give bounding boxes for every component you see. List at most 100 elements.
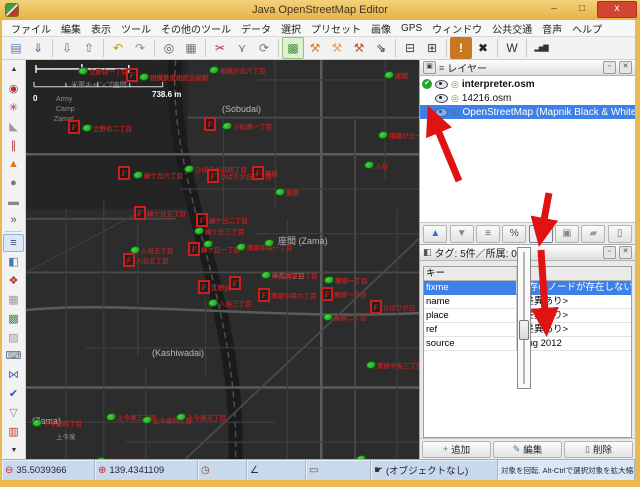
menu-tools[interactable]: ツール bbox=[116, 21, 156, 36]
gpx-convert-icon[interactable]: ● bbox=[3, 174, 24, 192]
map-marker[interactable]: 上今泉二丁目 bbox=[134, 458, 184, 459]
map-marker[interactable]: 立野台一丁目 bbox=[78, 66, 128, 76]
key-column-header[interactable]: キー bbox=[424, 267, 517, 280]
map-marker[interactable]: 栗原一丁目 bbox=[324, 275, 368, 285]
map-marker[interactable]: 栗原二丁目 bbox=[323, 312, 367, 322]
break-way-tool-icon[interactable]: ⚒ bbox=[348, 37, 370, 59]
combine-way-icon[interactable]: ⋎ bbox=[231, 37, 253, 59]
map-marker[interactable]: 下今泉四丁目 bbox=[32, 418, 82, 428]
scroll-up-icon[interactable]: ▲ bbox=[3, 61, 24, 79]
node-marker-icon[interactable] bbox=[378, 131, 388, 139]
measurement-chart-icon[interactable]: ▂▅▇ bbox=[530, 37, 552, 59]
merge-node-tool-icon[interactable]: ⚒ bbox=[326, 37, 348, 59]
eraser-icon[interactable]: ▬ bbox=[3, 193, 24, 211]
layer-visibility-eye-icon[interactable] bbox=[435, 80, 448, 89]
map-marker[interactable]: 緑ケ丘三丁目 bbox=[194, 226, 244, 236]
fixme-marker-icon[interactable]: F bbox=[370, 300, 382, 314]
map-marker[interactable]: Fひばりが丘 bbox=[370, 300, 416, 314]
command-line-icon[interactable]: ⌨ bbox=[3, 347, 24, 365]
node-marker-icon[interactable] bbox=[366, 361, 376, 369]
layer-opacity-button[interactable]: % bbox=[502, 225, 526, 243]
node-marker-icon[interactable] bbox=[194, 227, 204, 235]
map-marker[interactable]: 緑ケ丘六丁目 bbox=[133, 170, 183, 180]
map-marker[interactable]: F緑ケ丘五丁目 bbox=[134, 206, 186, 220]
fixme-marker-icon[interactable]: F bbox=[252, 166, 264, 180]
map-marker[interactable]: 相模が丘一丁目 bbox=[378, 130, 419, 140]
undo-icon[interactable]: ↶ bbox=[107, 37, 129, 59]
map-marker[interactable]: F bbox=[118, 166, 130, 180]
node-marker-icon[interactable] bbox=[208, 299, 218, 307]
fixme-marker-icon[interactable]: F bbox=[229, 276, 241, 290]
edit-tag-button[interactable]: ✎編集 bbox=[493, 441, 562, 458]
node-marker-icon[interactable] bbox=[142, 416, 152, 424]
menu-imagery[interactable]: 画像 bbox=[366, 21, 396, 36]
node-marker-icon[interactable] bbox=[209, 66, 219, 74]
fixme-marker-icon[interactable]: F bbox=[204, 117, 216, 131]
split-way-icon[interactable]: ✂ bbox=[209, 37, 231, 59]
node-marker-icon[interactable] bbox=[323, 313, 333, 321]
minimize-button[interactable]: – bbox=[541, 2, 567, 17]
public-transport-tool-icon[interactable]: ▥ bbox=[3, 422, 24, 440]
car-navigation-icon[interactable]: ⊟ bbox=[399, 37, 421, 59]
map-canvas[interactable]: 米軍キャンプ座間ArmyCampZama!738.6 m0(Sobudai)座間… bbox=[26, 60, 419, 459]
map-marker[interactable]: F江野台 bbox=[198, 280, 231, 294]
menu-help[interactable]: ヘルプ bbox=[567, 21, 607, 36]
dim-layer-button[interactable]: ▰ bbox=[581, 225, 605, 243]
map-marker[interactable]: 栗原中央六丁目 bbox=[261, 270, 318, 280]
angle-snapping-icon[interactable]: ◣ bbox=[3, 117, 24, 135]
layers-collapse-button[interactable]: ▣ bbox=[423, 61, 436, 74]
menu-file[interactable]: ファイル bbox=[6, 21, 56, 36]
duplicate-layer-button[interactable]: ▣ bbox=[555, 225, 579, 243]
node-marker-icon[interactable] bbox=[203, 240, 213, 248]
map-marker[interactable]: F緑ケ丘二丁目 bbox=[196, 213, 248, 227]
map-marker[interactable]: F入谷五丁目 bbox=[123, 253, 169, 267]
map-marker[interactable] bbox=[356, 455, 366, 459]
flame-tool-icon[interactable]: ▲ bbox=[3, 155, 24, 173]
wiki-help-icon[interactable]: W bbox=[501, 37, 523, 59]
fixme-marker-icon[interactable]: F bbox=[198, 280, 210, 294]
node-marker-icon[interactable] bbox=[222, 122, 232, 130]
layer-visibility-eye-icon[interactable] bbox=[435, 94, 448, 103]
layers-toggle-icon[interactable]: ≡ bbox=[3, 234, 24, 252]
fixme-marker-icon[interactable]: F bbox=[123, 253, 135, 267]
preferences-icon[interactable]: ▦ bbox=[180, 37, 202, 59]
layer-paint-button[interactable]: ▮ bbox=[529, 225, 553, 243]
fixme-marker-icon[interactable]: F bbox=[321, 287, 333, 301]
imagery-gray-icon[interactable]: ▨ bbox=[3, 328, 24, 346]
clear-selection-icon[interactable]: ✖ bbox=[472, 37, 494, 59]
split-node-tool-icon[interactable]: ⚒ bbox=[304, 37, 326, 59]
menu-edit[interactable]: 編集 bbox=[56, 21, 86, 36]
move-layer-up-button[interactable]: ▲ bbox=[423, 225, 447, 243]
upload-data-icon[interactable]: ⇧ bbox=[78, 37, 100, 59]
fixme-marker-icon[interactable]: F bbox=[258, 288, 270, 302]
map-marker[interactable]: F bbox=[126, 68, 138, 82]
map-marker[interactable]: F bbox=[229, 276, 241, 290]
map-marker[interactable]: 座間 bbox=[384, 70, 408, 80]
map-marker[interactable]: 小松原一丁目 bbox=[222, 121, 272, 131]
improve-way-accuracy-icon[interactable]: ◉ bbox=[3, 80, 24, 98]
menu-windows[interactable]: ウィンドウ bbox=[427, 21, 487, 36]
map-marker[interactable]: F bbox=[204, 117, 216, 131]
map-paint-style-icon[interactable]: ▩ bbox=[282, 37, 304, 59]
menu-view[interactable]: 表示 bbox=[86, 21, 116, 36]
menu-audio[interactable]: 音声 bbox=[537, 21, 567, 36]
save-icon[interactable]: ⇓ bbox=[27, 37, 49, 59]
node-marker-icon[interactable] bbox=[324, 276, 334, 284]
node-marker-icon[interactable] bbox=[236, 243, 246, 251]
map-marker[interactable]: 相模が丘六丁目 bbox=[209, 65, 266, 75]
node-marker-icon[interactable] bbox=[106, 413, 116, 421]
node-marker-icon[interactable] bbox=[384, 71, 394, 79]
delete-layer-button[interactable]: ▯ bbox=[608, 225, 632, 243]
fixme-marker-icon[interactable]: F bbox=[134, 206, 146, 220]
layer-row[interactable]: ✔◎interpreter.osm bbox=[420, 77, 635, 91]
layer-row[interactable]: ✔▦OpenStreetMap (Mapnik Black & White) bbox=[420, 105, 635, 119]
node-marker-icon[interactable] bbox=[264, 239, 274, 247]
menu-public-transport[interactable]: 公共交通 bbox=[487, 21, 537, 36]
more-tools-icon[interactable]: » bbox=[3, 212, 24, 230]
node-marker-icon[interactable] bbox=[261, 271, 271, 279]
layer-row[interactable]: ✔◎14216.osm bbox=[420, 91, 635, 105]
map-marker[interactable]: F栗原中央六丁目 bbox=[258, 288, 317, 302]
map-marker[interactable]: F bbox=[68, 120, 80, 134]
menu-gps[interactable]: GPS bbox=[396, 23, 427, 34]
map-marker[interactable]: 上今泉五丁目 bbox=[176, 412, 226, 422]
